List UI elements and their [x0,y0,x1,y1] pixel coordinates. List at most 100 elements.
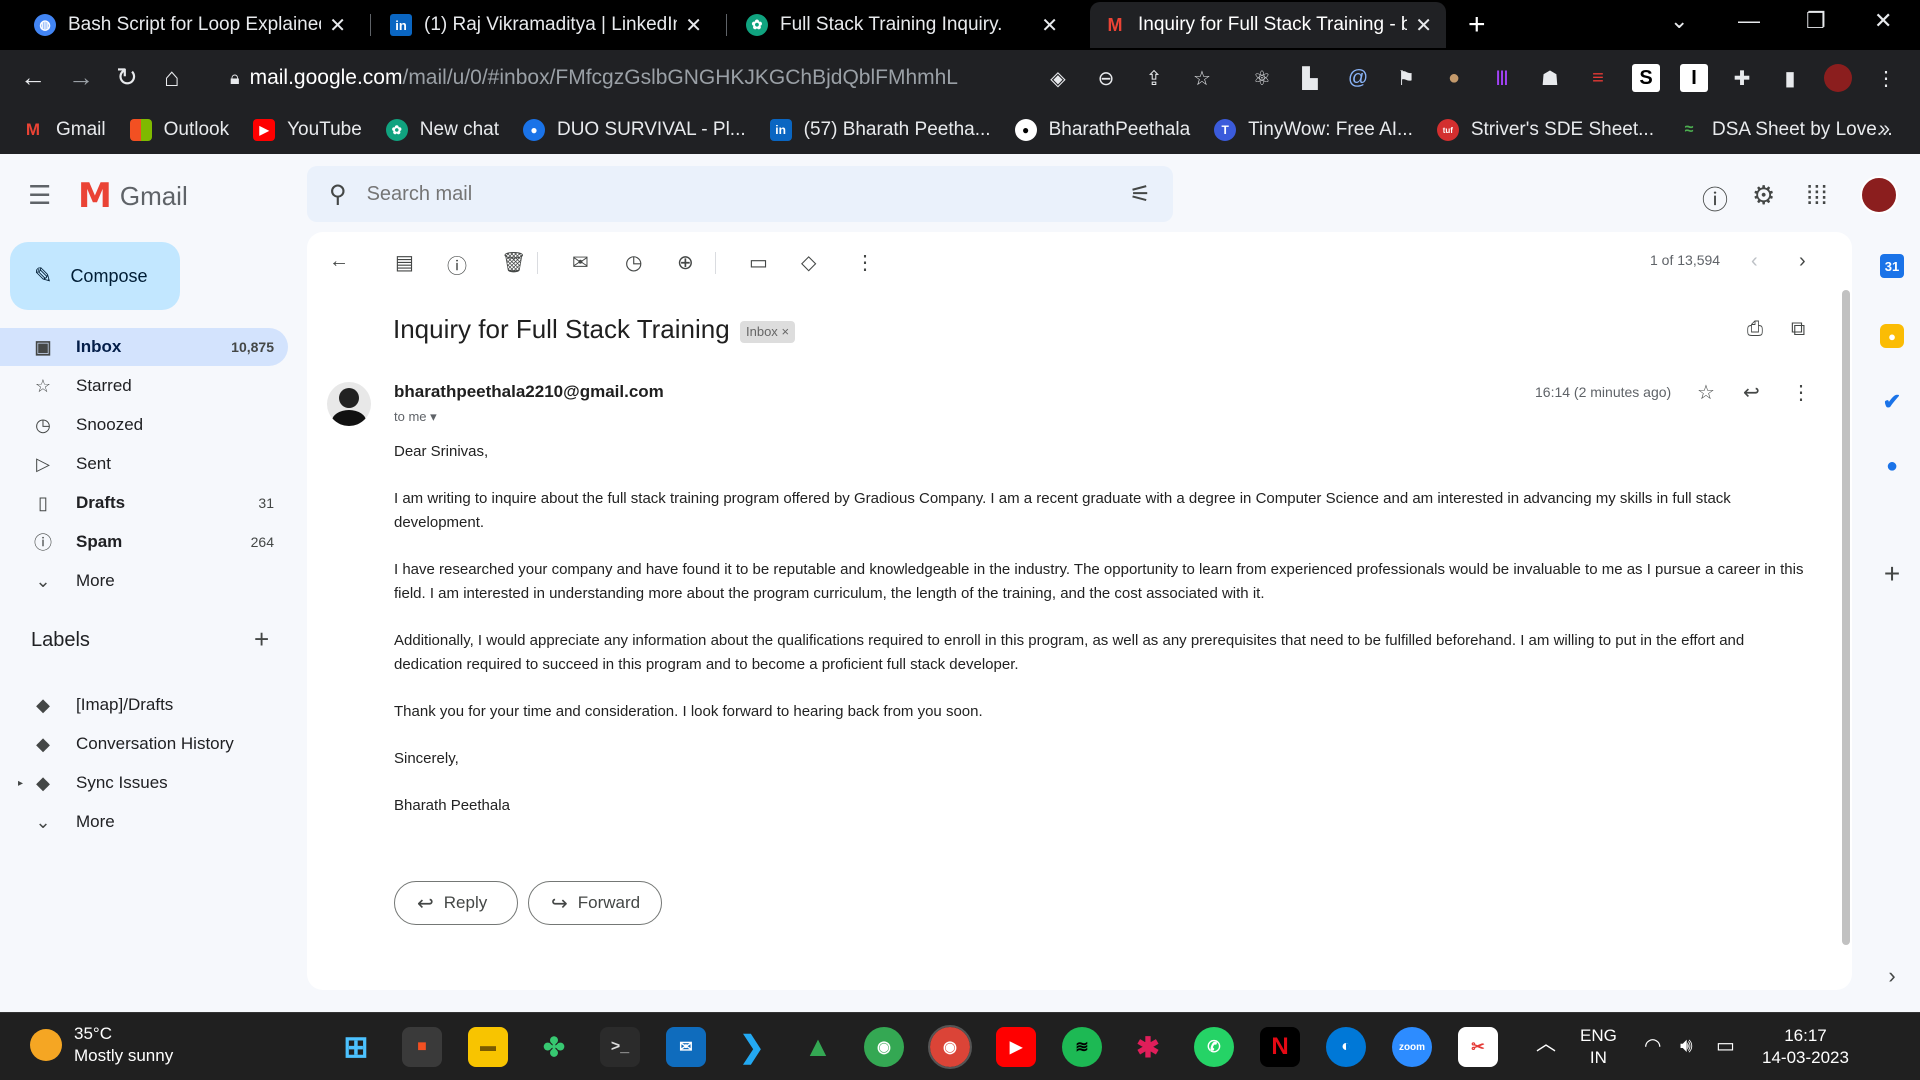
gmail-logo[interactable]: M Gmail [78,176,188,216]
profile-avatar-icon[interactable] [1824,64,1852,92]
sidebar-item-more[interactable]: ⌄ More [0,562,288,600]
show-details-caret-icon[interactable]: ▾ [430,409,437,424]
sidebar-item-sent[interactable]: ▷ Sent [0,445,288,483]
library-icon[interactable]: Ⅲ [1488,64,1516,92]
restore-icon[interactable]: ❐ [1806,8,1826,34]
vertical-scrollbar[interactable] [1842,290,1850,945]
open-new-window-icon[interactable]: ⧉ [1791,318,1805,341]
mastodon-icon[interactable]: @ [1344,64,1372,92]
reload-icon[interactable]: ↻ [116,62,138,93]
sidebar-labels-more[interactable]: ⌄ More [0,803,288,841]
language-indicator[interactable]: ENG IN [1580,1025,1617,1069]
recipient-line[interactable]: to me ▾ [394,409,437,425]
mark-unread-icon[interactable]: ✉ [572,250,589,275]
reply-icon[interactable]: ↩ [1743,380,1760,405]
sidebar-label-conversation-history[interactable]: ◆ Conversation History [0,725,288,763]
settings-gear-icon[interactable]: ⚙ [1752,180,1775,211]
chrome-icon[interactable]: ◉ [928,1025,972,1069]
sidepanel-icon[interactable]: ▮ [1776,64,1804,92]
bookmarks-overflow-icon[interactable]: » [1879,118,1890,141]
bookmark-dsa-sheet[interactable]: ≈ DSA Sheet by Love... [1678,119,1893,141]
sidebar-item-spam[interactable]: ⓘ Spam 264 [0,523,288,561]
google-drive-icon[interactable]: ▲ [798,1027,838,1067]
widgets-icon[interactable]: ✤ [534,1027,574,1067]
search-icon[interactable]: ⚲ [329,180,347,209]
star-message-icon[interactable]: ☆ [1697,380,1715,405]
tray-overflow-icon[interactable]: ︿ [1536,1033,1556,1055]
sidebar-label-sync-issues[interactable]: ▸ ◆ Sync Issues [0,764,288,802]
expand-arrow-icon[interactable]: ▸ [18,778,23,789]
volume-icon[interactable]: 🔊︎ [1680,1035,1693,1057]
keep-icon[interactable]: ● [1880,324,1904,348]
newer-icon[interactable]: ‹ [1751,250,1758,273]
tab-search-icon[interactable]: ⌄ [1670,8,1688,34]
zoom-icon[interactable]: zoom [1392,1027,1432,1067]
report-spam-icon[interactable]: ⓘ [447,250,467,279]
sidebar-item-starred[interactable]: ☆ Starred [0,367,288,405]
bookmark-new-chat[interactable]: ✿ New chat [385,119,499,141]
forward-icon[interactable]: → [68,62,94,93]
print-icon[interactable]: ⎙ [1747,318,1763,341]
bookmark-outlook[interactable]: Outlook [129,119,229,141]
snipping-tool-icon[interactable]: ✂ [1458,1027,1498,1067]
move-to-icon[interactable]: ▭ [749,250,768,275]
reply-button[interactable]: ↩ Reply [394,881,518,925]
close-tab-icon[interactable]: ✕ [685,13,702,38]
create-label-icon[interactable]: + [254,624,269,655]
bug-icon[interactable]: ☗ [1536,64,1564,92]
bookmark-linkedin[interactable]: in (57) Bharath Peetha... [769,119,991,141]
netflix-icon[interactable]: N [1260,1027,1300,1067]
search-options-icon[interactable]: ⚟ [1129,180,1151,209]
youtube-app-icon[interactable]: ▶ [996,1027,1036,1067]
archive-icon[interactable]: ▤ [395,250,414,275]
get-addons-icon[interactable]: + [1880,558,1904,589]
sidebar-item-inbox[interactable]: ▣ Inbox 10,875 [0,328,288,366]
browser-tab[interactable]: in (1) Raj Vikramaditya | LinkedIn ✕ [376,2,716,48]
start-icon[interactable]: ⊞ [336,1027,376,1067]
file-explorer-icon[interactable]: ▬ [468,1027,508,1067]
sender-avatar[interactable] [327,382,371,426]
back-to-inbox-icon[interactable]: ← [329,250,349,273]
forward-button[interactable]: ↪ Forward [528,881,662,925]
main-menu-icon[interactable]: ☰ [28,180,51,211]
bookmark-youtube[interactable]: ▶ YouTube [253,119,362,141]
account-avatar[interactable] [1860,176,1898,214]
kebab-menu-icon[interactable]: ⋮ [1872,64,1900,92]
react-devtools-icon[interactable]: ⚛ [1248,64,1276,92]
chrome-canary-icon[interactable]: ◉ [864,1027,904,1067]
browser-tab[interactable]: ✿ Full Stack Training Inquiry. ✕ [732,2,1072,48]
store-icon[interactable]: ■ [402,1027,442,1067]
bookmark-github[interactable]: ● BharathPeethala [1014,119,1190,141]
new-tab-icon[interactable]: + [1468,8,1486,42]
sidebar-label-imap-drafts[interactable]: ◆ [Imap]/Drafts [0,686,288,724]
zoom-icon[interactable]: ⊖ [1092,64,1120,92]
inbox-label-chip[interactable]: Inbox × [740,321,796,343]
bookmark-star-icon[interactable]: ☆ [1188,64,1216,92]
add-task-icon[interactable]: ⊕ [677,250,694,275]
contacts-icon[interactable]: ● [1880,454,1904,478]
close-tab-icon[interactable]: ✕ [1415,13,1432,38]
edge-icon[interactable]: ◐ [1326,1027,1366,1067]
install-app-icon[interactable]: ◈ [1044,64,1072,92]
close-tab-icon[interactable]: ✕ [1041,13,1058,38]
clock[interactable]: 16:17 14-03-2023 [1762,1025,1849,1069]
browser-tab-active[interactable]: M Inquiry for Full Stack Training - bh ✕ [1090,2,1446,48]
snooze-icon[interactable]: ◷ [625,250,642,275]
show-side-panel-icon[interactable]: › [1880,963,1904,988]
i-extension-icon[interactable]: I [1680,64,1708,92]
compose-button[interactable]: ✎ Compose [10,242,180,310]
close-tab-icon[interactable]: ✕ [329,13,346,38]
flag-extension-icon[interactable]: ⚑ [1392,64,1420,92]
extension-icon[interactable]: ▙ [1296,64,1324,92]
address-bar[interactable]: 🔒︎ mail.google.com/mail/u/0/#inbox/FMfcg… [220,58,1040,98]
older-icon[interactable]: › [1799,250,1806,273]
todoist-icon[interactable]: ≡ [1584,64,1612,92]
tasks-icon[interactable]: ✔ [1880,389,1904,414]
bookmark-duo-survival[interactable]: ● DUO SURVIVAL - Pl... [522,119,746,141]
close-window-icon[interactable]: ✕ [1874,8,1892,34]
search-input[interactable] [366,182,1130,206]
support-icon[interactable]: ⓘ [1702,180,1728,217]
back-icon[interactable]: ← [20,62,46,93]
bookmark-tinywow[interactable]: T TinyWow: Free AI... [1214,119,1413,141]
puzzle-icon[interactable]: ✚ [1728,64,1756,92]
